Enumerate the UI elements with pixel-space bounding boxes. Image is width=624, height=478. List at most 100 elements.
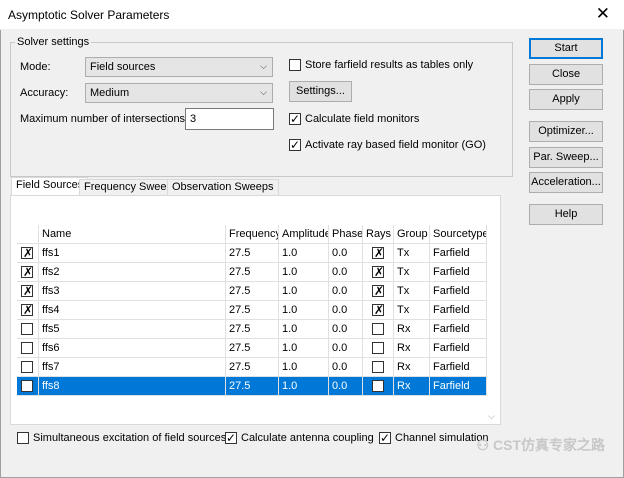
cell-frequency[interactable]: 27.5 <box>226 358 279 377</box>
activate-ray-checkbox[interactable]: ✓ Activate ray based field monitor (GO) <box>289 138 486 152</box>
row-enable-checkbox[interactable] <box>21 342 33 355</box>
row-enable-checkbox[interactable] <box>21 323 33 336</box>
scroll-down-icon[interactable]: ⌵ <box>488 411 495 422</box>
cell-phase[interactable]: 0.0 <box>329 339 363 358</box>
cell-amplitude[interactable]: 1.0 <box>279 358 329 377</box>
vertical-scrollbar[interactable]: ⌵ <box>485 196 499 424</box>
cell-rays[interactable]: ✗ <box>363 244 394 263</box>
cell-enable[interactable] <box>17 339 39 358</box>
rays-checkbox[interactable]: ✗ <box>372 265 384 279</box>
cell-group[interactable]: Rx <box>394 358 430 377</box>
cell-frequency[interactable]: 27.5 <box>226 377 279 396</box>
checkbox-box[interactable]: ✓ <box>225 431 237 445</box>
cell-amplitude[interactable]: 1.0 <box>279 244 329 263</box>
column-header-group[interactable]: Group <box>394 225 430 244</box>
cell-group[interactable]: Tx <box>394 282 430 301</box>
cell-phase[interactable]: 0.0 <box>329 358 363 377</box>
cell-amplitude[interactable]: 1.0 <box>279 339 329 358</box>
cell-sourcetype[interactable]: Farfield <box>430 244 487 263</box>
accuracy-select[interactable]: Medium ⌵ <box>85 83 273 103</box>
cell-frequency[interactable]: 27.5 <box>226 263 279 282</box>
row-enable-checkbox[interactable]: ✗ <box>21 265 33 279</box>
tab-observation-sweeps[interactable]: Observation Sweeps <box>167 179 279 195</box>
cell-enable[interactable] <box>17 358 39 377</box>
cell-name[interactable]: ffs8 <box>39 377 226 396</box>
close-button[interactable]: Close <box>529 64 603 85</box>
checkbox-box[interactable] <box>17 432 29 445</box>
close-icon[interactable]: ✕ <box>596 4 610 24</box>
cell-sourcetype[interactable]: Farfield <box>430 320 487 339</box>
cell-phase[interactable]: 0.0 <box>329 263 363 282</box>
cell-rays[interactable]: ✗ <box>363 263 394 282</box>
row-enable-checkbox[interactable]: ✗ <box>21 284 33 298</box>
help-button[interactable]: Help <box>529 204 603 225</box>
cell-enable[interactable]: ✗ <box>17 282 39 301</box>
column-header-phase[interactable]: Phase <box>329 225 363 244</box>
cell-phase[interactable]: 0.0 <box>329 301 363 320</box>
start-button[interactable]: Start <box>529 38 603 59</box>
rays-checkbox[interactable] <box>372 342 384 355</box>
cell-frequency[interactable]: 27.5 <box>226 301 279 320</box>
channel-sim-checkbox[interactable]: ✓ Channel simulation <box>379 431 489 445</box>
row-enable-checkbox[interactable] <box>21 380 33 393</box>
cell-name[interactable]: ffs2 <box>39 263 226 282</box>
rays-checkbox[interactable]: ✗ <box>372 246 384 260</box>
cell-group[interactable]: Rx <box>394 320 430 339</box>
cell-enable[interactable]: ✗ <box>17 263 39 282</box>
cell-rays[interactable] <box>363 358 394 377</box>
cell-rays[interactable] <box>363 377 394 396</box>
cell-phase[interactable]: 0.0 <box>329 377 363 396</box>
calc-field-monitors-checkbox[interactable]: ✓ Calculate field monitors <box>289 112 419 126</box>
rays-checkbox[interactable] <box>372 361 384 374</box>
cell-name[interactable]: ffs5 <box>39 320 226 339</box>
column-header-amplitude[interactable]: Amplitude <box>279 225 329 244</box>
acceleration-button[interactable]: Acceleration... <box>529 172 603 193</box>
column-header-name[interactable]: Name <box>39 225 226 244</box>
cell-rays[interactable] <box>363 320 394 339</box>
cell-phase[interactable]: 0.0 <box>329 282 363 301</box>
column-header-rays[interactable]: Rays <box>363 225 394 244</box>
tab-field-sources[interactable]: Field Sources <box>11 177 89 196</box>
store-farfield-checkbox[interactable]: Store farfield results as tables only <box>289 59 473 72</box>
cell-amplitude[interactable]: 1.0 <box>279 263 329 282</box>
cell-phase[interactable]: 0.0 <box>329 244 363 263</box>
cell-rays[interactable] <box>363 339 394 358</box>
cell-group[interactable]: Rx <box>394 377 430 396</box>
cell-rays[interactable]: ✗ <box>363 282 394 301</box>
cell-sourcetype[interactable]: Farfield <box>430 282 487 301</box>
column-header-frequency[interactable]: Frequency <box>226 225 279 244</box>
simultaneous-checkbox[interactable]: Simultaneous excitation of field sources <box>17 432 226 445</box>
settings-button[interactable]: Settings... <box>289 81 352 102</box>
cell-sourcetype[interactable]: Farfield <box>430 377 487 396</box>
cell-sourcetype[interactable]: Farfield <box>430 339 487 358</box>
max-intersections-input[interactable]: 3 <box>185 108 274 130</box>
cell-enable[interactable] <box>17 377 39 396</box>
apply-button[interactable]: Apply <box>529 89 603 110</box>
optimizer-button[interactable]: Optimizer... <box>529 121 603 142</box>
row-enable-checkbox[interactable] <box>21 361 33 374</box>
cell-frequency[interactable]: 27.5 <box>226 320 279 339</box>
cell-amplitude[interactable]: 1.0 <box>279 320 329 339</box>
checkbox-box[interactable]: ✓ <box>289 112 301 126</box>
checkbox-box[interactable]: ✓ <box>289 138 301 152</box>
cell-name[interactable]: ffs6 <box>39 339 226 358</box>
column-header-sourcetype[interactable]: Sourcetype <box>430 225 487 244</box>
cell-phase[interactable]: 0.0 <box>329 320 363 339</box>
cell-frequency[interactable]: 27.5 <box>226 282 279 301</box>
cell-sourcetype[interactable]: Farfield <box>430 301 487 320</box>
cell-enable[interactable]: ✗ <box>17 301 39 320</box>
cell-rays[interactable]: ✗ <box>363 301 394 320</box>
cell-enable[interactable]: ✗ <box>17 244 39 263</box>
row-enable-checkbox[interactable]: ✗ <box>21 303 33 317</box>
cell-name[interactable]: ffs7 <box>39 358 226 377</box>
cell-group[interactable]: Tx <box>394 301 430 320</box>
checkbox-box[interactable] <box>289 59 301 72</box>
cell-group[interactable]: Tx <box>394 263 430 282</box>
row-enable-checkbox[interactable]: ✗ <box>21 246 33 260</box>
cell-name[interactable]: ffs1 <box>39 244 226 263</box>
cell-sourcetype[interactable]: Farfield <box>430 263 487 282</box>
column-header-check[interactable] <box>17 225 39 244</box>
par-sweep-button[interactable]: Par. Sweep... <box>529 147 603 168</box>
antenna-coupling-checkbox[interactable]: ✓ Calculate antenna coupling <box>225 431 374 445</box>
rays-checkbox[interactable] <box>372 380 384 393</box>
